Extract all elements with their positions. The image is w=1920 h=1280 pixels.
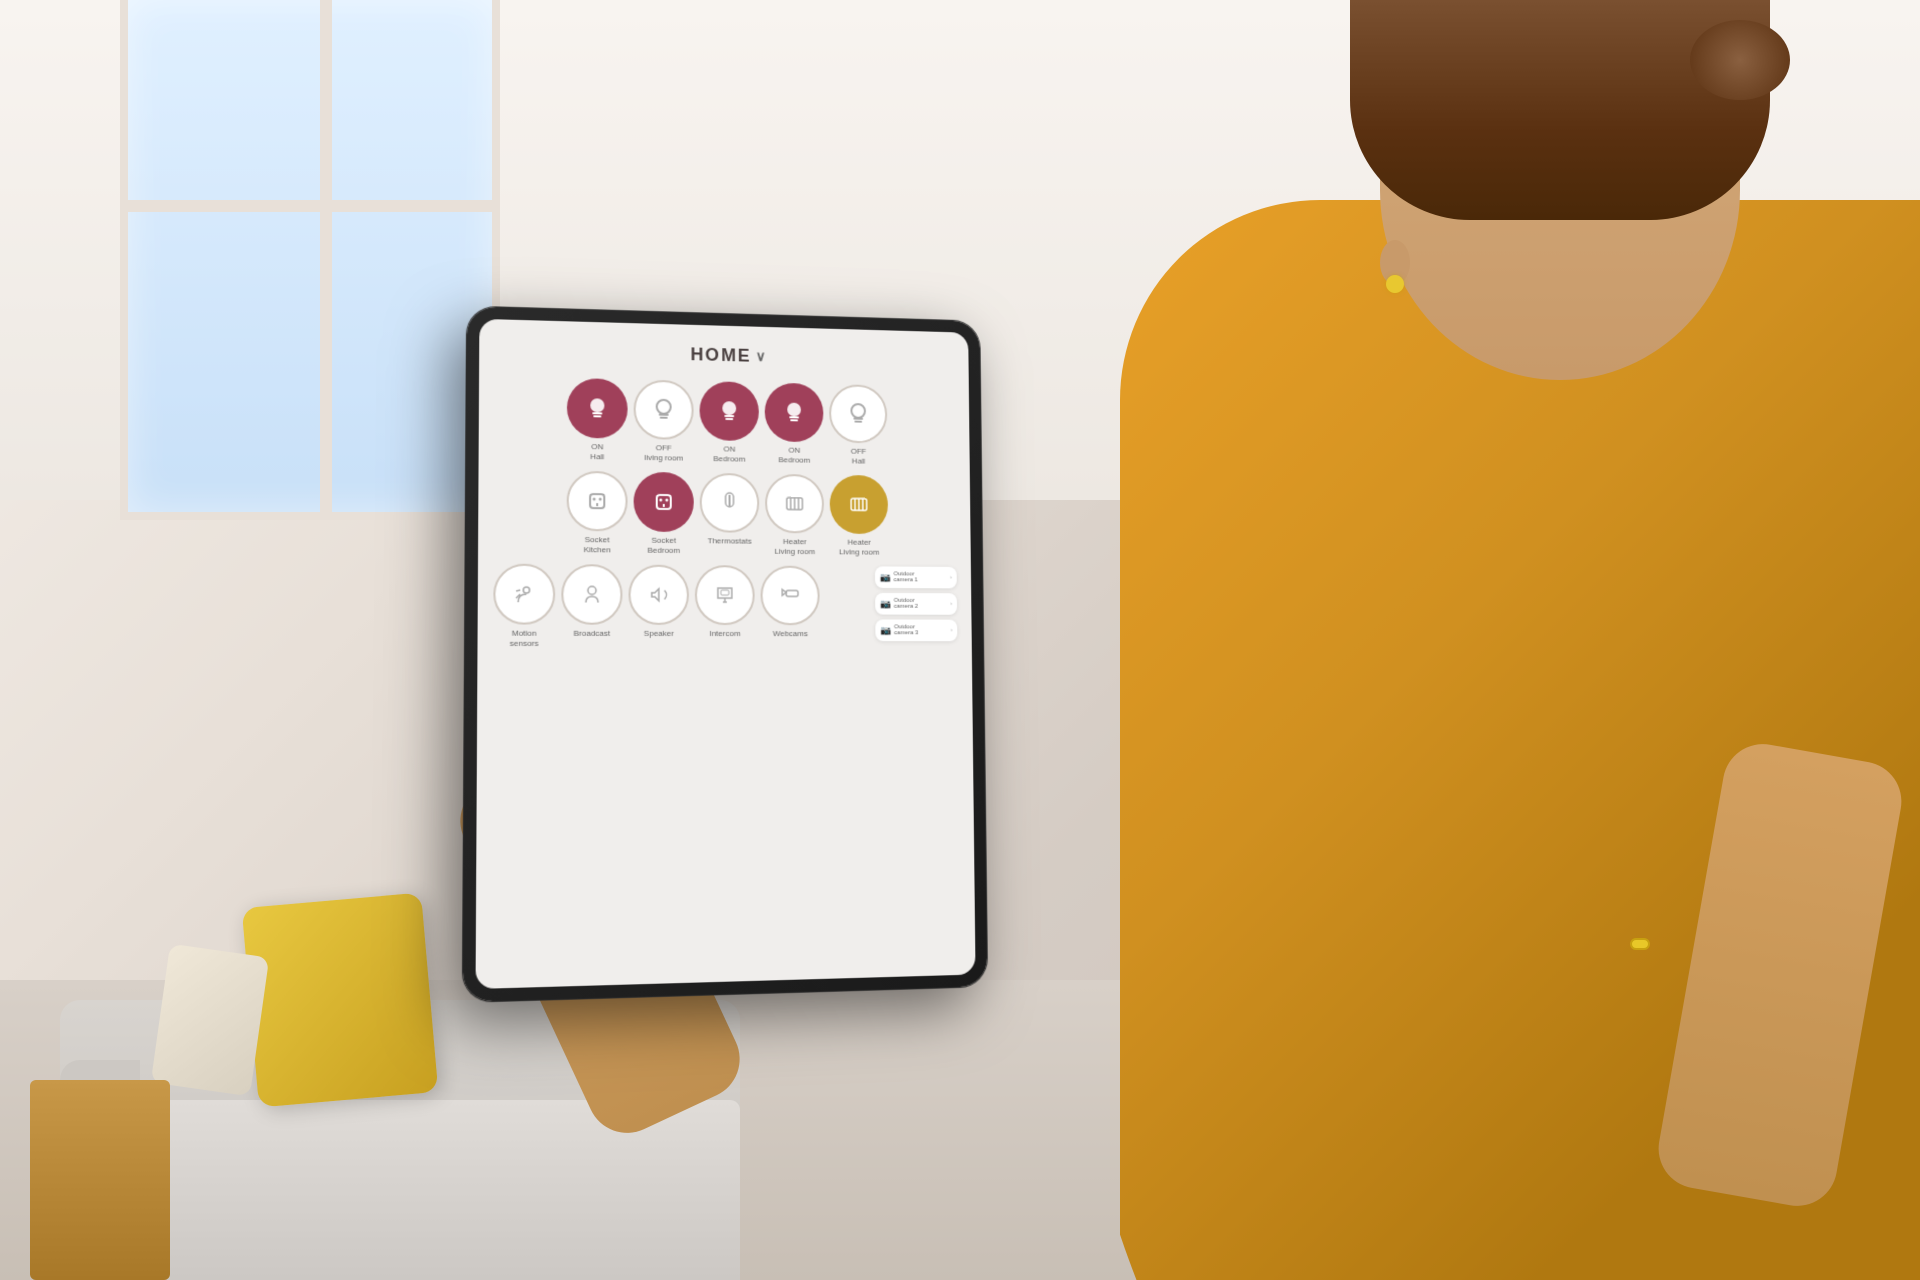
person-earring — [1386, 275, 1404, 293]
camera2-icon: 📷 — [880, 599, 891, 610]
intercom-icon — [695, 565, 755, 625]
device-webcams[interactable]: Webcams — [760, 566, 819, 649]
sensors-row: Motionsensors Broadcast Speaker — [493, 564, 868, 649]
device-off-hall[interactable]: OFFHall — [829, 384, 888, 466]
speaker-label: Speaker — [644, 629, 674, 639]
light-off-livingroom-icon — [634, 379, 694, 440]
camera1-icon: 📷 — [880, 572, 891, 583]
light-off-livingroom-label: OFFliving room — [644, 443, 683, 463]
sofa-pillow-yellow — [242, 893, 439, 1108]
device-intercom[interactable]: Intercom — [695, 565, 755, 648]
speaker-icon — [629, 565, 689, 625]
person-ring — [1630, 938, 1650, 950]
device-on-bedroom2[interactable]: ONBedroom — [765, 383, 824, 466]
heater-livingroom-label: HeaterLiving room — [774, 537, 815, 556]
app-title: HOME — [690, 344, 751, 366]
device-socket-kitchen[interactable]: SocketKitchen — [567, 471, 628, 555]
camera3-icon: 📷 — [880, 625, 891, 636]
intercom-label: Intercom — [709, 629, 740, 639]
camera-item-3[interactable]: 📷 Outdoorcamera 3 › — [875, 620, 957, 642]
sofa-pillow-small — [151, 944, 270, 1097]
socket-bedroom-label: SocketBedroom — [647, 536, 680, 555]
device-socket-bedroom[interactable]: SocketBedroom — [634, 472, 694, 556]
motion-sensors-icon — [493, 564, 555, 625]
socket-bedroom-icon — [634, 472, 694, 532]
title-dropdown-arrow[interactable]: ∨ — [756, 348, 768, 365]
app-title-bar: HOME ∨ — [690, 344, 767, 367]
camera3-label: Outdoorcamera 3 — [894, 625, 918, 637]
heater-livingroom2-icon — [830, 475, 889, 534]
camera-item-1[interactable]: 📷 Outdoorcamera 1 › — [875, 567, 957, 589]
lights-row: ONHall OFFliving room ONBedroom — [494, 376, 955, 467]
bottom-area: Motionsensors Broadcast Speaker — [493, 564, 957, 649]
thermostats-label: Thermostats — [708, 536, 752, 546]
light-on-bedroom1-icon — [699, 381, 758, 441]
window — [120, 0, 500, 520]
socket-kitchen-label: SocketKitchen — [584, 535, 611, 555]
socket-kitchen-icon — [567, 471, 628, 532]
device-thermostats[interactable]: Thermostats — [700, 473, 760, 556]
camera1-label: Outdoorcamera 1 — [894, 572, 918, 584]
device-off-livingroom[interactable]: OFFliving room — [634, 379, 694, 462]
broadcast-label: Broadcast — [573, 629, 610, 639]
sockets-row: SocketKitchen SocketBedroom Thermostats — [494, 470, 957, 558]
light-off-hall-label: OFFHall — [851, 447, 867, 466]
device-speaker[interactable]: Speaker — [628, 565, 689, 649]
device-broadcast[interactable]: Broadcast — [561, 564, 622, 648]
light-off-hall-icon — [829, 384, 887, 444]
tablet-device: HOME ∨ ONHall OFFliving room — [463, 306, 987, 1001]
camera3-arrow: › — [951, 628, 953, 634]
tablet-outer-frame: HOME ∨ ONHall OFFliving room — [463, 306, 987, 1001]
device-on-bedroom1[interactable]: ONBedroom — [699, 381, 759, 464]
light-on-hall-label: ONHall — [590, 442, 604, 461]
light-on-bedroom1-label: ONBedroom — [713, 444, 745, 463]
window-frame-vertical — [320, 0, 332, 520]
camera-side-panel: 📷 Outdoorcamera 1 › 📷 Outdoorcamera 2 › … — [875, 567, 958, 649]
device-motion-sensors[interactable]: Motionsensors — [493, 564, 555, 649]
camera1-arrow: › — [950, 575, 952, 581]
camera2-arrow: › — [950, 601, 952, 607]
light-on-bedroom2-icon — [765, 383, 824, 443]
webcams-label: Webcams — [773, 629, 808, 639]
side-table — [30, 1080, 170, 1280]
camera-item-2[interactable]: 📷 Outdoorcamera 2 › — [875, 593, 957, 615]
thermostats-icon — [700, 473, 760, 533]
broadcast-icon — [561, 564, 622, 625]
light-on-bedroom2-label: ONBedroom — [778, 445, 810, 464]
person-hair-bun — [1690, 20, 1790, 100]
light-on-hall-icon — [567, 378, 628, 439]
camera2-label: Outdoorcamera 2 — [894, 598, 918, 610]
device-heater-livingroom[interactable]: HeaterLiving room — [765, 474, 824, 557]
heater-livingroom-icon — [765, 474, 824, 534]
window-frame — [120, 200, 500, 212]
device-heater-livingroom2[interactable]: HeaterLiving room — [830, 475, 889, 557]
tablet-screen: HOME ∨ ONHall OFFliving room — [476, 319, 976, 989]
heater-livingroom2-label: HeaterLiving room — [839, 538, 879, 557]
motion-sensors-label: Motionsensors — [510, 629, 539, 649]
webcams-icon — [760, 566, 819, 626]
device-on-hall[interactable]: ONHall — [567, 378, 628, 462]
